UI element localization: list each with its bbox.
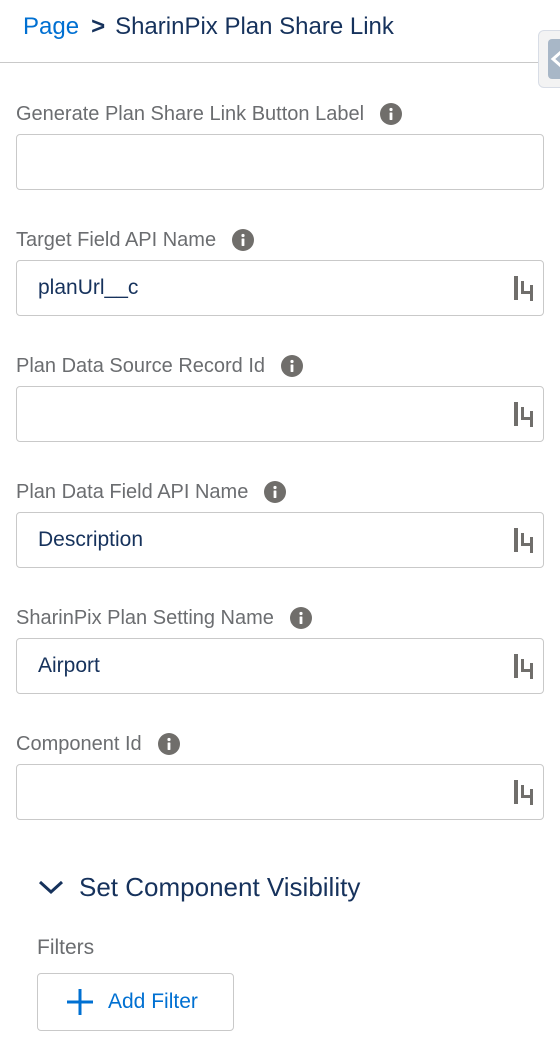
field-sharinpix-plan-setting-name: SharinPix Plan Setting Name Airport bbox=[16, 605, 544, 694]
breadcrumb: Page > SharinPix Plan Share Link bbox=[23, 12, 394, 42]
add-filter-label: Add Filter bbox=[108, 990, 198, 1013]
filters-label: Filters bbox=[37, 936, 95, 959]
plan-data-field-api-name-input[interactable]: Description bbox=[16, 512, 544, 568]
merge-field-icon[interactable] bbox=[513, 779, 535, 805]
panel-header: Page > SharinPix Plan Share Link bbox=[0, 0, 560, 63]
merge-field-icon[interactable] bbox=[513, 653, 535, 679]
chevron-left-icon bbox=[550, 51, 560, 67]
field-label: Component Id bbox=[16, 732, 142, 755]
field-plan-data-source-record-id: Plan Data Source Record Id bbox=[16, 353, 544, 442]
input-value: planUrl__c bbox=[38, 276, 139, 299]
breadcrumb-page-link[interactable]: Page bbox=[23, 13, 79, 40]
breadcrumb-current: SharinPix Plan Share Link bbox=[115, 13, 394, 40]
breadcrumb-separator: > bbox=[91, 13, 106, 40]
merge-field-icon[interactable] bbox=[513, 401, 535, 427]
info-icon[interactable] bbox=[380, 103, 403, 125]
input-value: Description bbox=[38, 528, 144, 551]
info-icon[interactable] bbox=[232, 229, 255, 251]
plan-data-source-record-id-input[interactable] bbox=[16, 386, 544, 442]
section-title: Set Component Visibility bbox=[79, 871, 361, 902]
field-plan-data-field-api-name: Plan Data Field API Name Description bbox=[16, 479, 544, 568]
merge-field-icon[interactable] bbox=[513, 527, 535, 553]
set-component-visibility-toggle[interactable]: Set Component Visibility bbox=[37, 870, 360, 904]
button-label-input[interactable] bbox=[16, 134, 544, 190]
target-field-api-name-input[interactable]: planUrl__c bbox=[16, 260, 544, 316]
component-id-input[interactable] bbox=[16, 764, 544, 820]
sharinpix-plan-setting-name-input[interactable]: Airport bbox=[16, 638, 544, 694]
chevron-down-icon bbox=[38, 880, 64, 895]
field-button-label: Generate Plan Share Link Button Label bbox=[16, 101, 544, 190]
merge-field-icon[interactable] bbox=[513, 275, 535, 301]
info-icon[interactable] bbox=[281, 355, 304, 377]
field-label: Generate Plan Share Link Button Label bbox=[16, 102, 365, 125]
plus-icon bbox=[67, 989, 93, 1015]
add-filter-button[interactable]: Add Filter bbox=[37, 973, 234, 1031]
info-icon[interactable] bbox=[157, 733, 180, 755]
field-label: Target Field API Name bbox=[16, 228, 217, 251]
info-icon[interactable] bbox=[289, 607, 312, 629]
field-label: Plan Data Field API Name bbox=[16, 480, 249, 503]
info-icon[interactable] bbox=[264, 481, 287, 503]
input-value: Airport bbox=[38, 654, 100, 677]
field-target-field-api-name: Target Field API Name planUrl__c bbox=[16, 227, 544, 316]
collapse-panel-knob[interactable] bbox=[548, 39, 560, 79]
field-label: Plan Data Source Record Id bbox=[16, 354, 266, 377]
collapse-panel-tab[interactable] bbox=[538, 30, 560, 88]
field-label: SharinPix Plan Setting Name bbox=[16, 606, 274, 629]
field-component-id: Component Id bbox=[16, 731, 544, 820]
